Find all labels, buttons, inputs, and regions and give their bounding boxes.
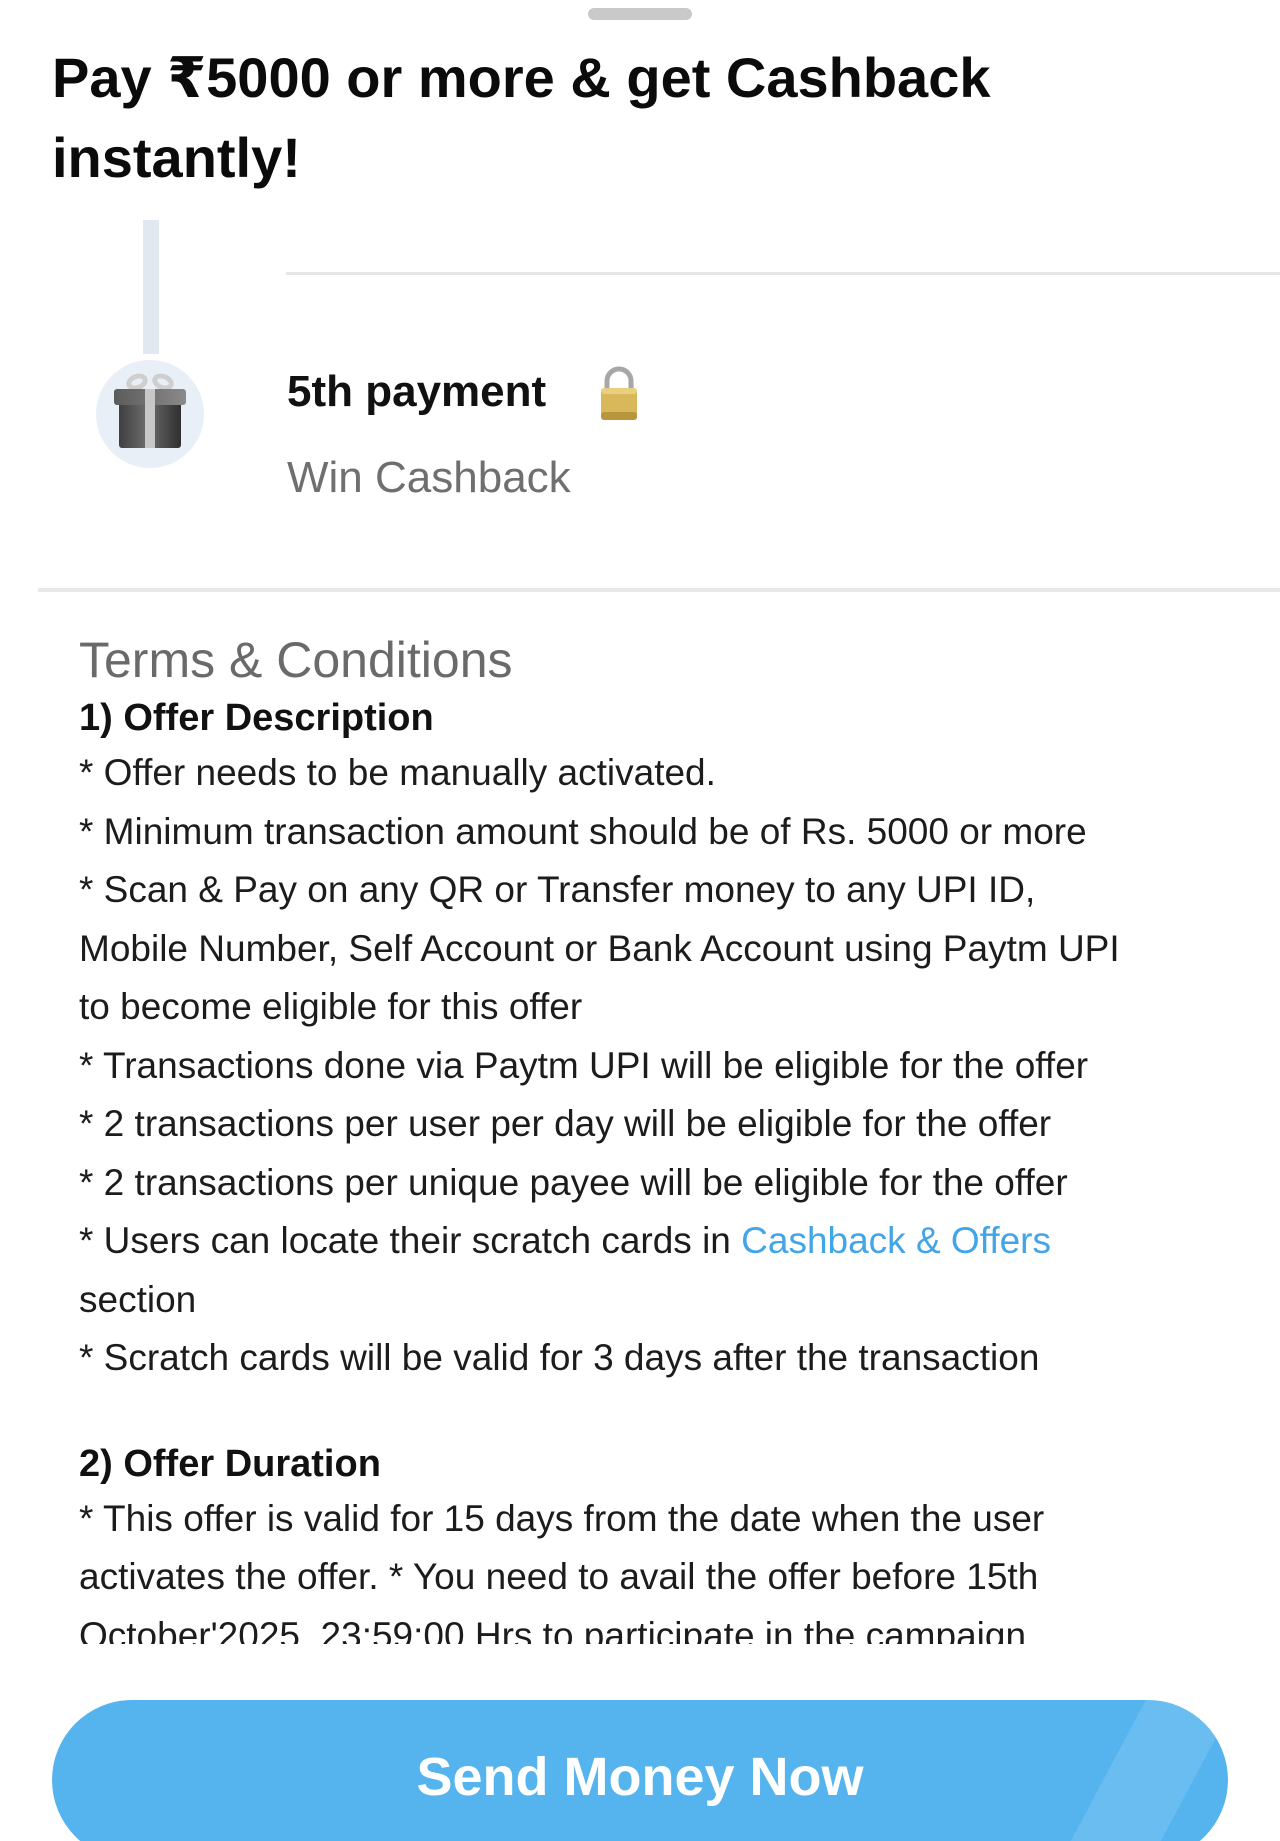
terms-line: Mobile Number, Self Account or Bank Acco… [79,927,1120,969]
step-title: 5th payment [287,367,547,416]
divider [38,588,1280,592]
send-money-now-label: Send Money Now [416,1747,864,1807]
terms-line: * This offer is valid for 15 days from t… [79,1497,1045,1539]
terms-line: * 2 transactions per unique payee will b… [79,1161,1068,1203]
terms-content[interactable]: Terms & Conditions 1) Offer Description … [79,628,1259,1644]
terms-line: October'2025, 23:59:00 Hrs to participat… [79,1614,1027,1645]
terms-line: * Minimum transaction amount should be o… [79,810,1087,852]
offer-title: Pay ₹5000 or more & get Cashback instant… [52,46,991,189]
terms-line: * Scan & Pay on any QR or Transfer money… [79,869,1036,910]
terms-line: activates the offer. * You need to avail… [79,1556,1039,1597]
step-subtitle: Win Cashback [287,453,571,502]
locate-prefix: * Users can locate their scratch cards i… [79,1220,742,1261]
cashback-offers-link[interactable]: Cashback & Offers [741,1220,1051,1261]
gift-icon [96,360,204,468]
timeline-connector [143,220,159,354]
lock-icon [601,366,637,420]
terms-line-locate: * Users can locate their scratch cards i… [79,1212,1259,1271]
terms-line: * Offer needs to be manually activated. [79,752,716,793]
divider [286,272,1280,275]
drag-handle[interactable] [588,8,692,20]
send-money-now-button[interactable]: Send Money Now [52,1700,1228,1841]
terms-line: * Transactions done via Paytm UPI will b… [79,1044,1089,1086]
terms-line: * Scratch cards will be valid for 3 days… [79,1337,1040,1378]
terms-line: * 2 transactions per user per day will b… [79,1103,1052,1144]
terms-line: to become eligible for this offer [79,986,583,1027]
terms-heading: Terms & Conditions [79,632,513,688]
section-title-offer-description: 1) Offer Description [79,697,434,739]
terms-line: section [79,1278,197,1320]
section-title-offer-duration: 2) Offer Duration [79,1442,381,1485]
bottom-sheet: Pay ₹5000 or more & get Cashback instant… [0,0,1280,1841]
